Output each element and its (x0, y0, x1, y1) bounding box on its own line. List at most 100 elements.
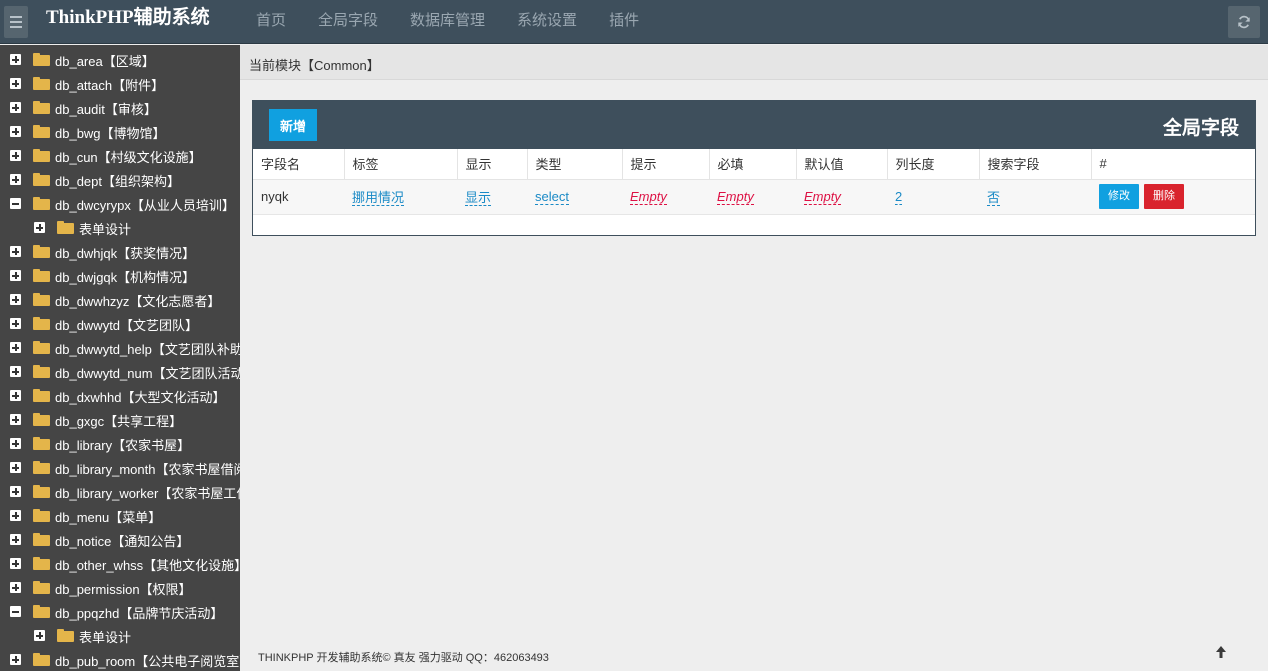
delete-button[interactable]: 删除 (1144, 184, 1184, 209)
expand-icon[interactable] (10, 342, 21, 353)
nav-global-fields[interactable]: 全局字段 (302, 0, 394, 44)
expand-icon[interactable] (34, 222, 45, 233)
sidebar-item-label[interactable]: db_other_whss【其他文化设施】 (55, 555, 240, 574)
hint-editable[interactable]: Empty (630, 189, 667, 205)
sidebar-tree-item[interactable]: db_dwwytd_num【文艺团队活动 (0, 359, 240, 383)
expand-icon[interactable] (10, 438, 21, 449)
expand-icon[interactable] (10, 534, 21, 545)
expand-icon[interactable] (10, 462, 21, 473)
sidebar-item-label[interactable]: db_dept【组织架构】 (55, 171, 180, 190)
sidebar-tree-item[interactable]: db_permission【权限】 (0, 575, 240, 599)
sidebar-item-label[interactable]: db_pub_room【公共电子阅览室】 (55, 651, 240, 670)
refresh-button[interactable] (1228, 6, 1260, 38)
required-editable[interactable]: Empty (717, 189, 754, 205)
type-editable[interactable]: select (535, 189, 569, 205)
sidebar-tree-item[interactable]: db_dwjgqk【机构情况】 (0, 263, 240, 287)
expand-icon[interactable] (34, 630, 45, 641)
expand-icon[interactable] (10, 582, 21, 593)
sidebar-tree-item[interactable]: db_cun【村级文化设施】 (0, 143, 240, 167)
expand-icon[interactable] (10, 414, 21, 425)
edit-button[interactable]: 修改 (1099, 184, 1139, 209)
sidebar-item-label[interactable]: db_ppqzhd【品牌节庆活动】 (55, 603, 223, 622)
sidebar-tree-item[interactable]: db_dwcyrypx【从业人员培训】 (0, 191, 240, 215)
expand-icon[interactable] (10, 318, 21, 329)
label-editable[interactable]: 挪用情况 (352, 190, 405, 206)
sidebar-tree-item[interactable]: db_attach【附件】 (0, 71, 240, 95)
sidebar-tree-item[interactable]: db_library【农家书屋】 (0, 431, 240, 455)
sidebar-item-label[interactable]: db_dwhjqk【获奖情况】 (55, 243, 195, 262)
sidebar-item-label[interactable]: db_dxwhhd【大型文化活动】 (55, 387, 226, 406)
expand-icon[interactable] (10, 510, 21, 521)
nav-plugins[interactable]: 插件 (593, 0, 655, 44)
expand-icon[interactable] (10, 54, 21, 65)
sidebar-tree-item[interactable]: db_dwwhzyz【文化志愿者】 (0, 287, 240, 311)
collapse-icon[interactable] (10, 198, 21, 209)
sidebar-item-label[interactable]: db_library_worker【农家书屋工作 (55, 483, 240, 502)
sidebar-tree-item[interactable]: db_dwhjqk【获奖情况】 (0, 239, 240, 263)
sidebar-tree-item[interactable]: db_dwwytd_help【文艺团队补助 (0, 335, 240, 359)
sidebar-tree-item[interactable]: db_notice【通知公告】 (0, 527, 240, 551)
add-button[interactable]: 新增 (269, 109, 317, 141)
sidebar-tree-item[interactable]: db_bwg【博物馆】 (0, 119, 240, 143)
hamburger-icon[interactable] (4, 6, 28, 38)
sidebar-item-label[interactable]: db_notice【通知公告】 (55, 531, 189, 550)
sidebar-tree-item[interactable]: db_area【区域】 (0, 47, 240, 71)
expand-icon[interactable] (10, 174, 21, 185)
sidebar-tree-item[interactable]: db_library_worker【农家书屋工作 (0, 479, 240, 503)
sidebar-item-label[interactable]: db_dwwytd_num【文艺团队活动 (55, 363, 240, 382)
sidebar-item-label[interactable]: db_menu【菜单】 (55, 507, 161, 526)
sidebar-tree-item[interactable]: db_gxgc【共享工程】 (0, 407, 240, 431)
expand-icon[interactable] (10, 102, 21, 113)
expand-icon[interactable] (10, 246, 21, 257)
default-editable[interactable]: Empty (804, 189, 841, 205)
sidebar-tree-item[interactable]: db_pub_room【公共电子阅览室】 (0, 647, 240, 671)
sidebar-item-label[interactable]: db_permission【权限】 (55, 579, 192, 598)
sidebar-tree-item[interactable]: db_ppqzhd【品牌节庆活动】 (0, 599, 240, 623)
nav-home[interactable]: 首页 (240, 0, 302, 44)
sidebar-item-label[interactable]: db_library【农家书屋】 (55, 435, 190, 454)
expand-icon[interactable] (10, 126, 21, 137)
expand-icon[interactable] (10, 654, 21, 665)
sidebar-tree-item[interactable]: db_menu【菜单】 (0, 503, 240, 527)
folder-icon (33, 125, 50, 138)
search-field-editable[interactable]: 否 (987, 190, 1001, 206)
sidebar-item-label[interactable]: 表单设计 (79, 219, 131, 238)
sidebar-item-label[interactable]: db_dwcyrypx【从业人员培训】 (55, 195, 235, 214)
sidebar-item-label[interactable]: db_dwwytd【文艺团队】 (55, 315, 198, 334)
expand-icon[interactable] (10, 150, 21, 161)
sidebar-item-label[interactable]: db_gxgc【共享工程】 (55, 411, 182, 430)
sidebar-tree-item[interactable]: 表单设计 (0, 215, 240, 239)
sidebar-item-label[interactable]: db_dwjgqk【机构情况】 (55, 267, 195, 286)
brand-title[interactable]: ThinkPHP辅助系统 (46, 2, 210, 29)
nav-settings[interactable]: 系统设置 (501, 0, 593, 44)
display-editable[interactable]: 显示 (465, 190, 492, 206)
sidebar-item-label[interactable]: db_area【区域】 (55, 51, 155, 70)
expand-icon[interactable] (10, 270, 21, 281)
sidebar-tree-item[interactable]: db_dept【组织架构】 (0, 167, 240, 191)
sidebar-item-label[interactable]: db_bwg【博物馆】 (55, 123, 166, 142)
sidebar-tree-item[interactable]: db_library_month【农家书屋借阅 (0, 455, 240, 479)
sidebar-item-label[interactable]: 表单设计 (79, 627, 131, 646)
sidebar-item-label[interactable]: db_dwwytd_help【文艺团队补助 (55, 339, 240, 358)
sidebar-item-label[interactable]: db_cun【村级文化设施】 (55, 147, 202, 166)
folder-icon (33, 317, 50, 330)
sidebar-item-label[interactable]: db_audit【审核】 (55, 99, 157, 118)
expand-icon[interactable] (10, 294, 21, 305)
sidebar-tree-item[interactable]: db_audit【审核】 (0, 95, 240, 119)
arrow-up-icon[interactable] (1215, 645, 1227, 659)
sidebar-item-label[interactable]: db_library_month【农家书屋借阅 (55, 459, 240, 478)
nav-database[interactable]: 数据库管理 (394, 0, 501, 44)
sidebar-tree-item[interactable]: db_other_whss【其他文化设施】 (0, 551, 240, 575)
col-length-editable[interactable]: 2 (895, 189, 903, 205)
collapse-icon[interactable] (10, 606, 21, 617)
expand-icon[interactable] (10, 78, 21, 89)
expand-icon[interactable] (10, 558, 21, 569)
sidebar-tree-item[interactable]: 表单设计 (0, 623, 240, 647)
expand-icon[interactable] (10, 366, 21, 377)
expand-icon[interactable] (10, 390, 21, 401)
sidebar-tree-item[interactable]: db_dwwytd【文艺团队】 (0, 311, 240, 335)
sidebar-item-label[interactable]: db_attach【附件】 (55, 75, 164, 94)
sidebar-item-label[interactable]: db_dwwhzyz【文化志愿者】 (55, 291, 220, 310)
sidebar-tree-item[interactable]: db_dxwhhd【大型文化活动】 (0, 383, 240, 407)
expand-icon[interactable] (10, 486, 21, 497)
